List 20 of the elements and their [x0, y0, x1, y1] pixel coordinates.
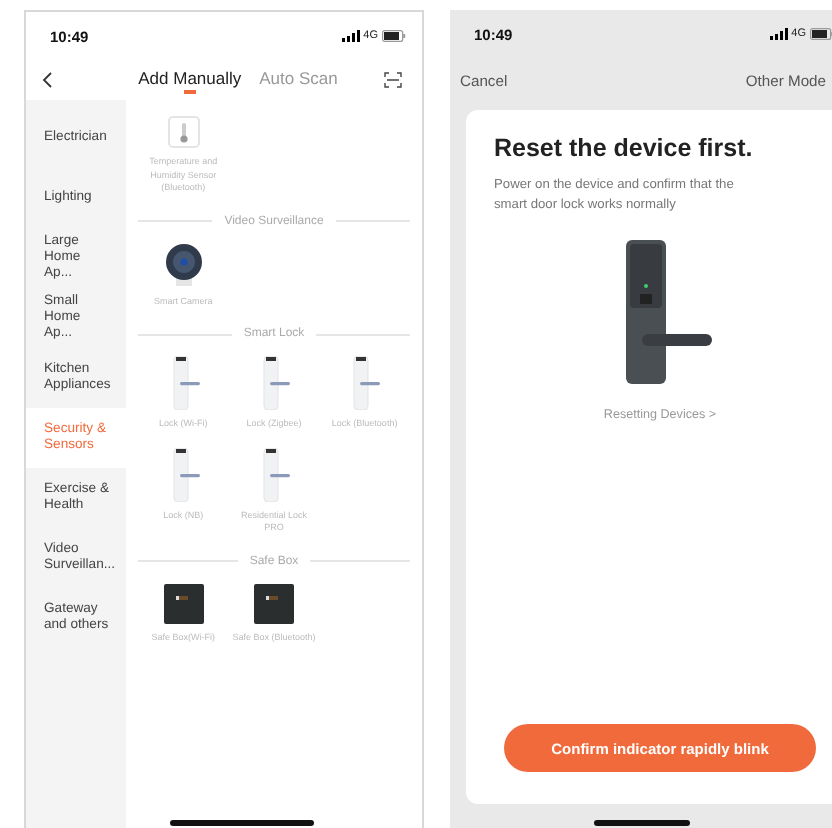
tab[interactable]: Add Manually: [138, 67, 242, 93]
signal-icon: [769, 28, 788, 40]
home-indicator: [170, 820, 314, 826]
scan-icon[interactable]: [384, 72, 402, 88]
safe-icon[interactable]: [163, 583, 204, 623]
lock-icon[interactable]: [167, 356, 200, 410]
back-icon[interactable]: [42, 72, 52, 88]
camera-icon[interactable]: [163, 243, 204, 287]
lock-icon[interactable]: [257, 447, 290, 501]
card-title: Reset the device first.: [494, 134, 755, 162]
lock-icon[interactable]: [348, 356, 381, 410]
lock-icon[interactable]: [257, 356, 290, 410]
battery-icon: [810, 28, 832, 40]
door-lock-drawing: [624, 240, 712, 384]
thermometer-icon[interactable]: [167, 116, 200, 148]
battery-icon: [382, 30, 406, 42]
safe-icon[interactable]: [253, 583, 294, 623]
signal-icon: [341, 30, 360, 42]
home-indicator: [594, 820, 690, 826]
lock-icon[interactable]: [167, 447, 200, 501]
